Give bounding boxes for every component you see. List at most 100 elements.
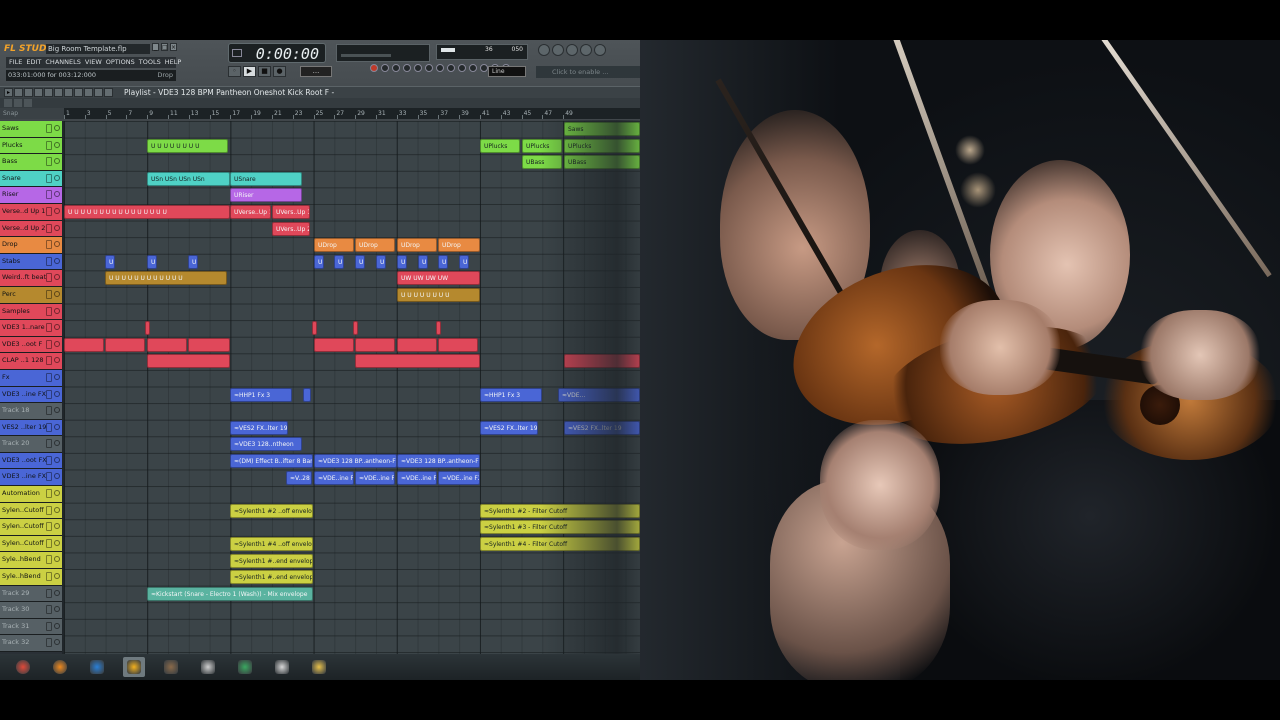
- pattern-clip[interactable]: UVerse..Up 1: [230, 205, 271, 219]
- recycle-taskbar-button[interactable]: [234, 657, 256, 677]
- play-icon[interactable]: ▶: [243, 66, 256, 77]
- track-header[interactable]: Sylen..Cutoff: [0, 502, 62, 520]
- pattern-clip[interactable]: U: [314, 254, 324, 269]
- track-header[interactable]: CLAP ..1 128: [0, 353, 62, 370]
- pattern-clip[interactable]: ≈Sylenth1 #..end envelope: [230, 570, 313, 585]
- track-header[interactable]: Drop: [0, 237, 62, 254]
- firefox-taskbar-button[interactable]: [49, 657, 71, 677]
- track-mute-icon[interactable]: [46, 489, 52, 499]
- pattern-clip[interactable]: ≈Sylenth1 #4 - Filter Cutoff: [480, 537, 640, 551]
- pattern-clip[interactable]: [397, 337, 437, 352]
- pattern-clip[interactable]: Saws: [564, 122, 640, 136]
- track-mute-icon[interactable]: [46, 522, 52, 532]
- track-header[interactable]: Bass: [0, 154, 62, 171]
- menu-channels[interactable]: Channels: [45, 57, 80, 68]
- track-mute-icon[interactable]: [46, 256, 52, 266]
- track-mute-icon[interactable]: [46, 555, 52, 565]
- pattern-clip[interactable]: U: [334, 254, 344, 269]
- browser-icon[interactable]: [594, 44, 606, 56]
- menu-options[interactable]: Options: [106, 57, 135, 68]
- paint-icon[interactable]: [34, 88, 43, 97]
- multilink-icon[interactable]: [447, 64, 455, 72]
- track-header[interactable]: Fx: [0, 369, 62, 387]
- pattern-clip[interactable]: [147, 337, 187, 352]
- track-mute-icon[interactable]: [46, 389, 52, 399]
- pattern-clip[interactable]: UPlucks: [480, 138, 520, 153]
- channel-rack-icon[interactable]: [566, 44, 578, 56]
- pattern-clip[interactable]: U: [147, 254, 157, 269]
- pattern-clip[interactable]: ≈VES2 FX..lter 19: [230, 420, 288, 435]
- track-header[interactable]: Sylen..Cutoff: [0, 535, 62, 553]
- pattern-clip[interactable]: ≈HHP1 Fx 3: [480, 387, 542, 402]
- pattern-clip[interactable]: ≈Sylenth1 #2 - Filter Cutoff: [480, 503, 640, 518]
- pattern-clip[interactable]: ≈VDE3 128 BP..antheon-FX: [397, 454, 480, 468]
- track-led-icon[interactable]: [54, 473, 60, 480]
- pattern-picker-icon[interactable]: [4, 99, 12, 107]
- track-led-icon[interactable]: [54, 241, 60, 248]
- track-mute-icon[interactable]: [46, 323, 52, 333]
- track-mute-icon[interactable]: [46, 339, 52, 349]
- pattern-clip[interactable]: ≈VDE..ine FX: [314, 470, 354, 485]
- pattern-clip[interactable]: UDrop: [397, 238, 437, 253]
- track-header[interactable]: Syle..hBend: [0, 569, 62, 586]
- fl-studio-taskbar-button[interactable]: [123, 657, 145, 677]
- track-led-icon[interactable]: [54, 373, 60, 380]
- track-mute-icon[interactable]: [46, 439, 52, 449]
- pattern-clip[interactable]: ≈Sylenth1 #3 - Filter Cutoff: [480, 520, 640, 535]
- menu-file[interactable]: File: [9, 57, 22, 68]
- pattern-clip[interactable]: [314, 337, 354, 352]
- track-mute-icon[interactable]: [46, 621, 52, 631]
- track-header[interactable]: Track 32: [0, 635, 62, 652]
- pattern-clip[interactable]: [312, 321, 317, 336]
- pattern-clip[interactable]: U: [355, 254, 365, 269]
- news-panel[interactable]: Click to enable ...: [536, 66, 640, 78]
- track-mute-icon[interactable]: [46, 124, 52, 133]
- loop-icon[interactable]: [436, 64, 444, 72]
- step-edit-icon[interactable]: [414, 64, 422, 72]
- pattern-clip[interactable]: [355, 337, 395, 352]
- select-icon[interactable]: [84, 88, 93, 97]
- snap-magnet-icon[interactable]: [14, 88, 23, 97]
- pattern-clip[interactable]: U: [188, 254, 198, 269]
- skull-taskbar-button[interactable]: [271, 657, 293, 677]
- timeline-ruler[interactable]: 1 3 5 7 9 11 13 15 17 19 21 23 25 27 29 31 33 35 37 39 41 43 4…: [64, 108, 640, 119]
- piano-roll-icon[interactable]: [552, 44, 564, 56]
- track-led-icon[interactable]: [54, 390, 60, 397]
- pattern-clip[interactable]: UPlucks: [564, 138, 640, 153]
- track-header[interactable]: VDE3 ..ine FX: [0, 469, 62, 487]
- track-mute-icon[interactable]: [46, 140, 52, 150]
- track-mute-icon[interactable]: [46, 240, 52, 250]
- pattern-clip[interactable]: [147, 354, 230, 369]
- track-header[interactable]: VDE3 ..oot FX: [0, 452, 62, 470]
- slip-icon[interactable]: [64, 88, 73, 97]
- track-mute-icon[interactable]: [46, 190, 52, 200]
- draw-icon[interactable]: [24, 88, 33, 97]
- track-header[interactable]: Riser: [0, 187, 62, 204]
- arrow-icon[interactable]: [14, 99, 22, 107]
- track-header[interactable]: Saws: [0, 121, 62, 138]
- pattern-clip[interactable]: USnare: [230, 171, 302, 186]
- track-led-icon[interactable]: [54, 207, 60, 214]
- record-icon[interactable]: ●: [273, 66, 286, 77]
- pattern-clip[interactable]: UVers..Up 1: [272, 205, 310, 219]
- pattern-clip[interactable]: ≈VDE...: [558, 387, 640, 402]
- pattern-clip[interactable]: [64, 337, 104, 352]
- pattern-clip[interactable]: U: [418, 254, 428, 269]
- track-header[interactable]: VDE3 ..ine FX: [0, 386, 62, 404]
- tempo-display[interactable]: 36 050: [436, 44, 528, 60]
- track-led-icon[interactable]: [54, 257, 60, 264]
- track-header[interactable]: Track 20: [0, 436, 62, 453]
- pattern-clip[interactable]: U U U U U U U U: [397, 288, 480, 302]
- pattern-clip[interactable]: U U U U U U U U U U U U: [105, 271, 227, 286]
- track-led-icon[interactable]: [54, 307, 60, 314]
- pattern-clip[interactable]: U: [459, 254, 469, 269]
- menu-view[interactable]: View: [85, 57, 102, 68]
- pattern-song-icon[interactable]: ◦: [228, 66, 241, 77]
- pattern-clip[interactable]: ≈HHP1 Fx 3: [230, 387, 292, 402]
- pattern-clip[interactable]: ≈VES2 FX..lter 19: [564, 420, 640, 435]
- blend-icon[interactable]: [425, 64, 433, 72]
- pattern-clip[interactable]: [353, 321, 358, 336]
- snap-mode-select[interactable]: Line: [488, 66, 526, 77]
- track-header[interactable]: VES2 ..lter 19: [0, 419, 62, 437]
- mute-tool-icon[interactable]: [54, 88, 63, 97]
